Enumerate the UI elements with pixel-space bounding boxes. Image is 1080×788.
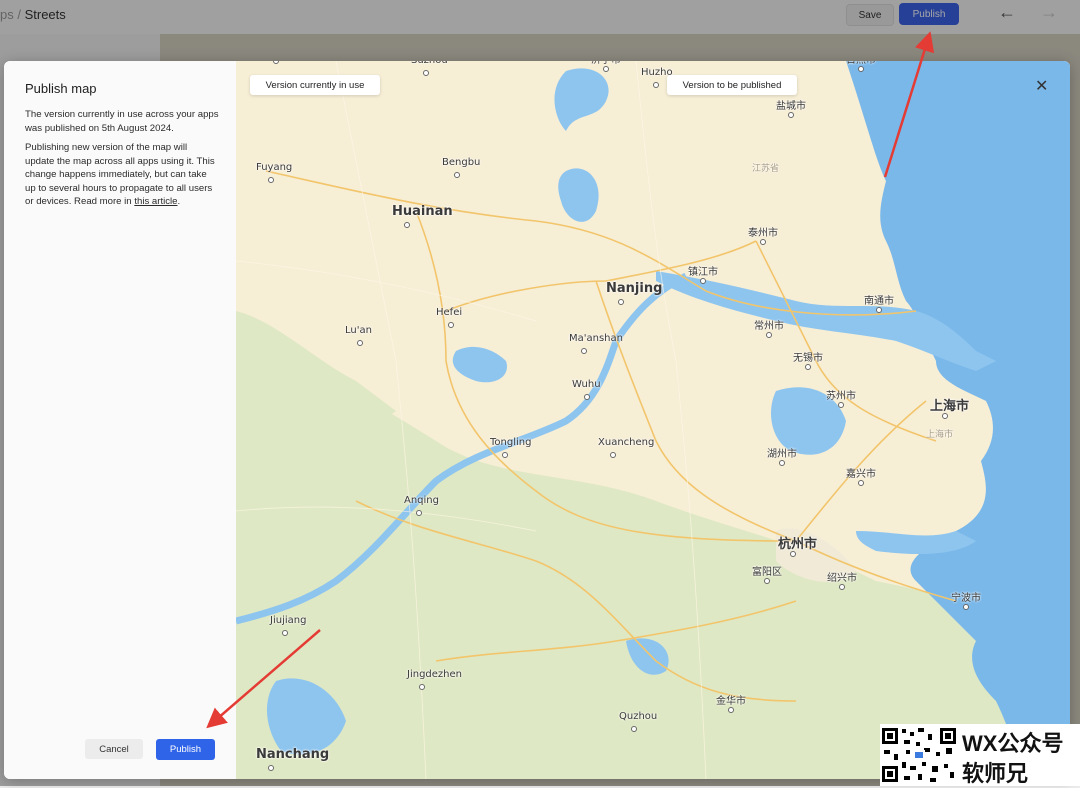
map-city-dot [423,70,429,76]
map-city-dot [788,112,794,118]
publish-button[interactable]: Publish [156,739,215,760]
publish-description: Publishing new version of the map will u… [25,142,215,207]
map-city-dot [653,82,659,88]
map-city-dot [790,551,796,557]
watermark: WX公众号 软师兄 [880,724,1080,786]
map-label: Anqing [404,495,439,506]
map-label: 宁波市 [951,593,981,604]
map-city-dot [357,340,363,346]
map-city-dot [419,684,425,690]
map-label: 南通市 [864,296,894,307]
publish-map-dialog: Publish map The version currently in use… [4,61,1070,779]
version-new-label: Version to be published [667,75,797,95]
map-city-dot [779,460,785,466]
map-label: Bengbu [442,157,481,168]
map-label: Quzhou [619,711,658,722]
map-label: Suzhou [411,61,448,66]
map-label: Huzho [641,67,673,78]
map-label: 嘉兴市 [846,469,876,480]
map-label: 富阳区 [752,567,782,578]
map-city-dot [728,707,734,713]
map-label: Jiujiang [270,615,307,626]
qr-code-icon [880,726,958,784]
map-city-dot [858,66,864,72]
map-label: Ma'anshan [569,333,623,344]
map-city-dot [839,584,845,590]
map-label: 江苏省 [752,164,780,174]
publish-description-text: Publishing new version of the map will u… [25,141,219,209]
map-label: 泰州市 [748,228,778,239]
map-city-dot [805,364,811,370]
map-city-dot [404,222,410,228]
publish-description-end: . [177,196,181,207]
current-version-text: The version currently in use across your… [25,109,219,134]
map-label: Wuhu [572,379,601,390]
version-current-label: Version currently in use [250,75,380,95]
map-label: 常州市 [754,321,784,332]
dialog-title: Publish map [25,81,97,96]
map-label: 苏州市 [826,391,856,402]
map-label: Fuyang [256,162,293,173]
map-city-dot [502,452,508,458]
map-label: 绍兴市 [827,573,857,584]
map-label: Huainan [392,204,453,219]
cancel-button[interactable]: Cancel [85,739,143,759]
map-svg [235,61,1070,779]
map-city-dot [700,278,706,284]
map-city-dot [631,726,637,732]
map-city-dot [760,239,766,245]
watermark-line1: WX公众号 [962,731,1064,756]
map-city-dot [876,307,882,313]
map-city-dot [610,452,616,458]
map-label: 盐城市 [776,101,806,112]
map-label: 镇江市 [688,267,718,278]
map-city-dot [584,394,590,400]
map-city-dot [618,299,624,305]
map-label: Hefei [436,307,463,318]
map-label: Lu'an [345,325,372,336]
map-comparison-view[interactable]: Version currently in use Version to be p… [235,61,1070,779]
map-city-dot [838,402,844,408]
this-article-link[interactable]: this article [134,196,177,207]
map-city-dot [963,604,969,610]
map-label: 金华市 [716,696,746,707]
dialog-sidebar: Publish map The version currently in use… [4,61,236,779]
map-city-dot [416,510,422,516]
map-city-dot [766,332,772,338]
map-city-dot [603,66,609,72]
map-label: 杭州市 [778,537,818,552]
map-city-dot [268,177,274,183]
map-city-dot [454,172,460,178]
map-city-dot [282,630,288,636]
map-city-dot [764,578,770,584]
map-label: 湖州市 [767,449,797,460]
map-city-dot [581,348,587,354]
map-label: Nanchang [256,747,330,762]
map-city-dot [858,480,864,486]
map-label: Jingdezhen [407,669,462,680]
map-label: Xuancheng [598,437,655,448]
map-city-dot [448,322,454,328]
map-label: Nanjing [606,281,663,296]
map-label: Tongling [490,437,532,448]
map-label: 无锡市 [793,353,823,364]
watermark-line2: 软师兄 [962,761,1029,786]
map-label: 上海市 [926,430,954,440]
close-icon[interactable]: ✕ [1035,79,1048,95]
map-city-dot [268,765,274,771]
map-city-dot [942,413,948,419]
map-label: 上海市 [930,399,970,414]
